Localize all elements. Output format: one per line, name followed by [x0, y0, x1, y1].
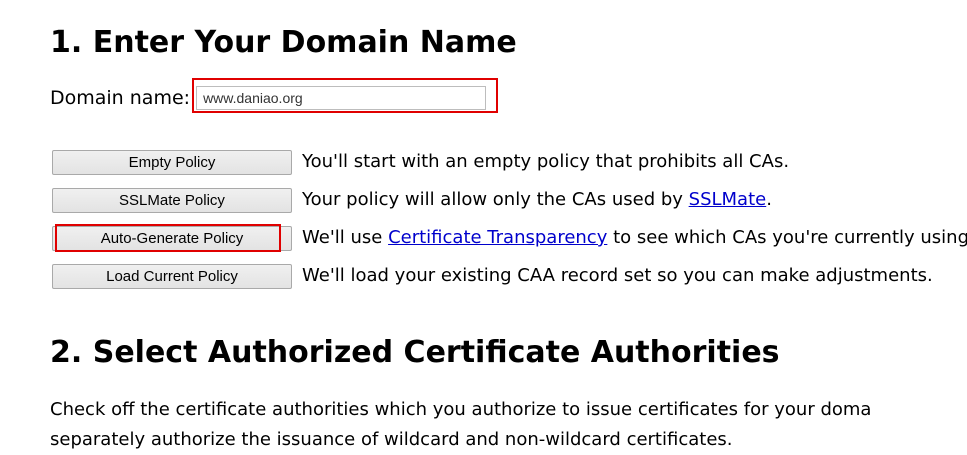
- step2-line-1: Check off the certificate authorities wh…: [50, 399, 872, 420]
- load-current-policy-description: We'll load your existing CAA record set …: [302, 264, 933, 288]
- auto-generate-policy-button[interactable]: Auto-Generate Policy: [52, 223, 292, 252]
- sslmate-policy-text-end: .: [766, 189, 772, 210]
- auto-generate-policy-text: We'll use: [302, 227, 389, 248]
- step2-line-2: separately authorize the issuance of wil…: [50, 429, 733, 450]
- empty-policy-text: You'll start with an empty policy that p…: [302, 151, 790, 172]
- auto-generate-policy-text-end: to see which CAs you're currently using.: [607, 227, 967, 248]
- domain-input[interactable]: [196, 86, 487, 110]
- load-current-policy-button[interactable]: Load Current Policy: [52, 263, 292, 289]
- step2-description: Check off the certificate authorities wh…: [50, 395, 967, 455]
- policy-list: Empty Policy You'll start with an empty …: [52, 143, 967, 295]
- domain-row: Domain name:: [50, 78, 499, 113]
- sslmate-policy-text: Your policy will allow only the CAs used…: [302, 189, 689, 210]
- domain-input-wrap: [192, 78, 499, 113]
- policy-row-empty: Empty Policy You'll start with an empty …: [52, 143, 967, 181]
- policy-row-load-current: Load Current Policy We'll load your exis…: [52, 257, 967, 295]
- step2-heading: 2. Select Authorized Certificate Authori…: [50, 335, 780, 370]
- domain-label: Domain name:: [50, 87, 191, 109]
- caa-generator-page: 1. Enter Your Domain Name Domain name: E…: [50, 0, 967, 454]
- step1-heading: 1. Enter Your Domain Name: [50, 25, 517, 60]
- empty-policy-description: You'll start with an empty policy that p…: [302, 150, 789, 174]
- policy-row-auto-generate: Auto-Generate Policy We'll use Certifica…: [52, 219, 967, 257]
- certificate-transparency-link[interactable]: Certificate Transparency: [388, 227, 607, 248]
- auto-generate-policy-description: We'll use Certificate Transparency to se…: [302, 226, 967, 250]
- auto-generate-policy-label: Auto-Generate Policy: [100, 229, 244, 247]
- sslmate-policy-description: Your policy will allow only the CAs used…: [302, 188, 772, 212]
- empty-policy-button[interactable]: Empty Policy: [52, 149, 292, 175]
- sslmate-policy-button[interactable]: SSLMate Policy: [52, 187, 292, 213]
- sslmate-link[interactable]: SSLMate: [689, 189, 767, 210]
- policy-row-sslmate: SSLMate Policy Your policy will allow on…: [52, 181, 967, 219]
- load-current-policy-text: We'll load your existing CAA record set …: [302, 265, 933, 286]
